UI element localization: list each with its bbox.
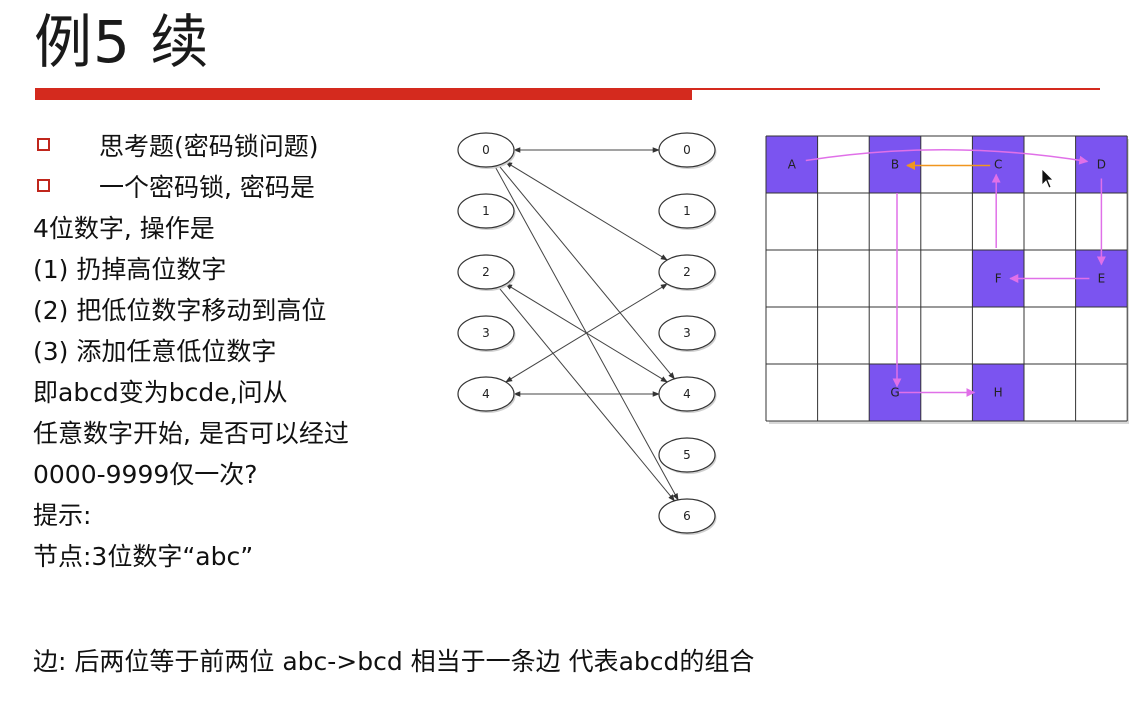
body-line: 任意数字开始, 是否可以经过 (33, 419, 349, 448)
right-graph-node: 2 (658, 254, 717, 291)
line-text: 一个密码锁, 密码是 (99, 173, 315, 202)
graph-edge (505, 161, 668, 261)
body-line: 0000-9999仅一次? (33, 460, 258, 489)
grid-cells: A B C D E F G H (766, 136, 1129, 424)
bullet-line: 思考题(密码锁问题) (33, 126, 473, 167)
bullet-line: 一个密码锁, 密码是 (33, 167, 473, 208)
right-graph-node: 4 (658, 376, 717, 413)
title-underline-thick (35, 88, 692, 100)
square-bullet-icon (37, 179, 50, 192)
body-line: 即abcd变为bcde,问从 (33, 378, 288, 407)
graph-edge (498, 164, 675, 380)
node-label: 4 (683, 387, 691, 401)
body-line: (3) 添加任意低位数字 (33, 337, 277, 366)
square-bullet-icon (37, 138, 50, 151)
right-graph-node: 6 (658, 498, 717, 535)
left-graph-node: 0 (457, 132, 516, 169)
bipartite-graph-diagram: 0 1 2 3 4 0 1 2 3 4 5 6 (457, 132, 717, 535)
cell-label: B (891, 158, 899, 172)
node-label: 2 (482, 265, 490, 279)
node-label: 5 (683, 448, 691, 462)
cell-label: F (995, 272, 1002, 286)
left-graph-node: 1 (457, 193, 516, 230)
node-label: 3 (683, 326, 691, 340)
node-label: 3 (482, 326, 490, 340)
graph-edges (494, 147, 679, 502)
cell-label: G (890, 386, 899, 400)
title-underline-thin (692, 88, 1100, 90)
cell-label: D (1097, 158, 1106, 172)
cell-label: H (994, 386, 1003, 400)
right-graph-node: 3 (658, 315, 717, 352)
right-graph-node: 5 (658, 437, 717, 474)
node-label: 6 (683, 509, 691, 523)
node-label: 0 (683, 143, 691, 157)
body-line: 提示: (33, 501, 92, 530)
node-label: 1 (482, 204, 490, 218)
cell-label: E (1098, 272, 1106, 286)
slide-body-text: 思考题(密码锁问题) 一个密码锁, 密码是 4位数字, 操作是 (1) 扔掉高位… (33, 126, 473, 577)
body-line: 节点:3位数字“abc” (33, 542, 254, 571)
cell-label: A (788, 158, 797, 172)
node-label: 4 (482, 387, 490, 401)
body-line: (2) 把低位数字移动到高位 (33, 296, 327, 325)
body-line: (1) 扔掉高位数字 (33, 255, 227, 284)
edge-definition-line: 边: 后两位等于前两位 abc->bcd 相当于一条边 代表abcd的组合 (33, 647, 755, 676)
node-label: 0 (482, 143, 490, 157)
right-graph-node: 0 (658, 132, 717, 169)
grid-path-diagram: A B C D E F G H (765, 135, 1129, 424)
line-text: 思考题(密码锁问题) (99, 132, 319, 161)
body-line: 4位数字, 操作是 (33, 214, 215, 243)
left-graph-node: 4 (457, 376, 516, 413)
slide-title: 例5 续 (34, 8, 210, 76)
right-graph-node: 1 (658, 193, 717, 230)
left-graph-node: 3 (457, 315, 516, 352)
left-graph-node: 2 (457, 254, 516, 291)
node-label: 2 (683, 265, 691, 279)
node-label: 1 (683, 204, 691, 218)
cell-label: C (994, 158, 1002, 172)
